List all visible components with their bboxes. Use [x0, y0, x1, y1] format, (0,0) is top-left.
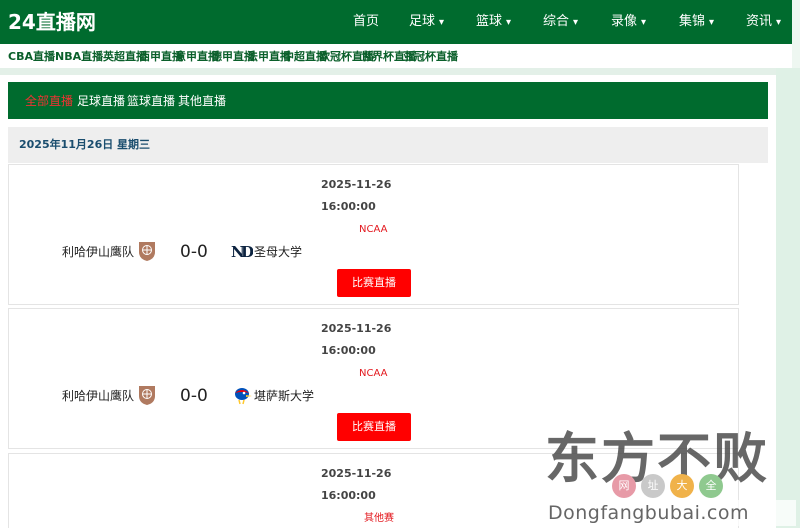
match-score: 0-0 [180, 386, 208, 406]
chevron-down-icon: ▾ [641, 17, 647, 28]
league-name[interactable]: NCAA [359, 223, 387, 236]
site-logo[interactable]: 24直播网 [8, 9, 96, 35]
watermark-badge: 大 [670, 474, 694, 498]
nav-news[interactable]: 资讯 ▾ [746, 14, 781, 31]
chevron-down-icon: ▾ [506, 17, 512, 28]
match-date: 2025-11-26 [321, 322, 392, 335]
notre-dame-logo-icon: ND [231, 240, 254, 262]
chevron-down-icon: ▾ [709, 17, 715, 28]
chevron-down-icon: ▾ [439, 17, 445, 28]
match-card: 2025-11-26 16:00:00 NCAA 利哈伊山鹰队 0-0 ND 圣… [8, 164, 739, 305]
subnav-link[interactable]: CBA直播 [8, 50, 55, 64]
nav-football[interactable]: 足球 ▾ [409, 14, 444, 31]
top-navbar: 24直播网 首页 足球 ▾ 篮球 ▾ 综合 ▾ 录像 ▾ 集锦 ▾ 资讯 ▾ [0, 0, 792, 44]
tab-all[interactable]: 全部直播 [25, 93, 73, 109]
watermark-url: Dongfangbubai.com [548, 500, 796, 526]
watermark-badge: 址 [641, 474, 665, 498]
mountain-hawks-logo-icon [136, 240, 158, 262]
date-label: 2025年11月26日 星期三 [19, 138, 151, 151]
watch-live-button[interactable]: 比赛直播 [337, 413, 411, 441]
match-date: 2025-11-26 [321, 467, 392, 480]
away-team-name: 堪萨斯大学 [254, 389, 315, 403]
league-name[interactable]: 其他赛 [364, 512, 394, 525]
section-divider [0, 68, 776, 75]
home-team-name: 利哈伊山鹰队 [61, 389, 134, 403]
date-header: 2025年11月26日 星期三 [8, 127, 768, 163]
watermark-badges: 网址大全 [612, 474, 728, 500]
league-name[interactable]: NCAA [359, 367, 387, 380]
match-time: 16:00:00 [321, 489, 376, 502]
match-time: 16:00:00 [321, 344, 376, 357]
match-score: 0-0 [180, 242, 208, 262]
match-time: 16:00:00 [321, 200, 376, 213]
nav-general[interactable]: 综合 ▾ [543, 14, 578, 31]
right-sidebar [776, 68, 800, 528]
page-edge [792, 0, 800, 68]
away-team-name: 圣母大学 [254, 245, 303, 259]
home-team-name: 利哈伊山鹰队 [61, 245, 134, 259]
chevron-down-icon: ▾ [573, 17, 579, 28]
tab-football[interactable]: 足球直播 [77, 93, 125, 109]
chevron-down-icon: ▾ [776, 17, 782, 28]
match-date: 2025-11-26 [321, 178, 392, 191]
svg-text:D: D [241, 243, 253, 261]
watermark-badge: 全 [699, 474, 723, 498]
jayhawk-logo-icon [231, 384, 253, 406]
nav-home[interactable]: 首页 [353, 14, 379, 30]
nav-basketball[interactable]: 篮球 ▾ [476, 14, 511, 31]
category-tabs: 全部直播 足球直播 篮球直播 其他直播 [8, 82, 768, 119]
league-subnav: CBA直播 NBA直播 英超直播 西甲直播 意甲直播 德甲直播 法甲直播 中超直… [0, 44, 792, 68]
nav-replays[interactable]: 录像 ▾ [611, 14, 646, 31]
watermark-badge: 网 [612, 474, 636, 498]
mountain-hawks-logo-icon [136, 384, 158, 406]
subnav-link[interactable]: NBA直播 [55, 50, 103, 64]
tab-other[interactable]: 其他直播 [178, 93, 226, 109]
watch-live-button[interactable]: 比赛直播 [337, 269, 411, 297]
tab-basketball[interactable]: 篮球直播 [127, 93, 175, 109]
nav-highlights[interactable]: 集锦 ▾ [679, 14, 714, 31]
subnav-link[interactable]: 亚冠杯直播 [403, 50, 458, 64]
